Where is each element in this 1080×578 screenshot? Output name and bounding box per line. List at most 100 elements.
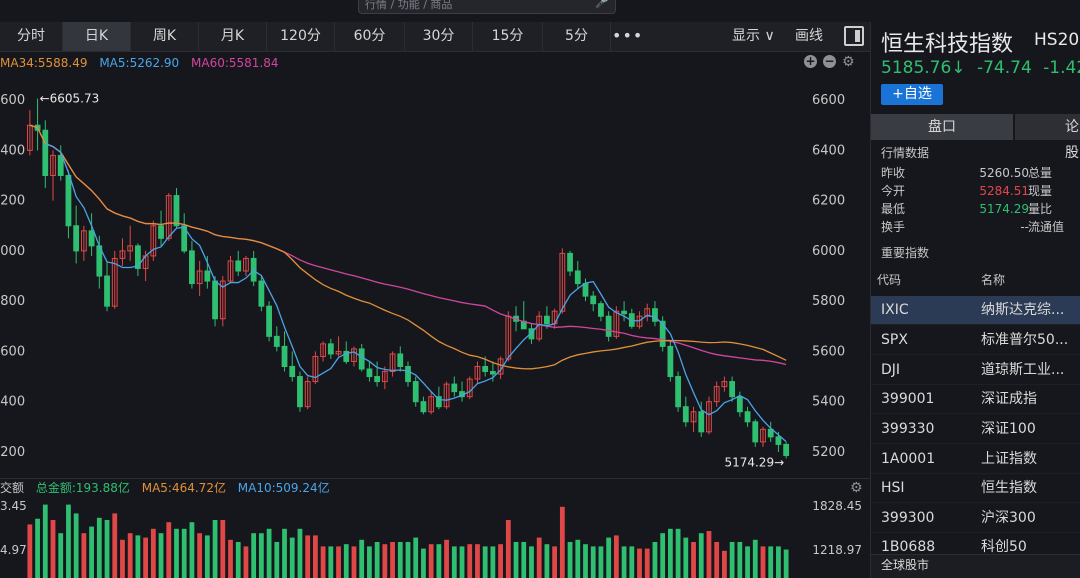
volume-bar bbox=[552, 546, 558, 578]
volume-bar bbox=[143, 537, 149, 578]
tab-30min[interactable]: 30分 bbox=[405, 22, 473, 51]
volume-bar bbox=[212, 520, 218, 578]
candlestick bbox=[644, 303, 651, 322]
tab-5min[interactable]: 5分 bbox=[543, 22, 611, 51]
y-tick-right: 5800 bbox=[812, 294, 845, 309]
volume-bar bbox=[297, 528, 303, 578]
tab-15min[interactable]: 15分 bbox=[473, 22, 543, 51]
index-row-dji[interactable]: DJI 道琼斯工业... bbox=[871, 356, 1080, 385]
candlestick bbox=[189, 240, 195, 289]
microphone-icon[interactable]: 🎤 bbox=[595, 0, 609, 8]
y-tick-right: 6000 bbox=[812, 244, 845, 259]
index-code: IXIC bbox=[881, 302, 909, 318]
candlestick bbox=[605, 311, 612, 342]
candlestick-chart[interactable]: 6600 6600 6400 6400 6200 6200 6000 6000 5800 5800… bbox=[0, 70, 870, 470]
quote-panel: 恒生科技指数 HS2083 5185.76↓ -74.74 -1.42% +自选… bbox=[870, 22, 1080, 578]
tab-discussion[interactable]: 论股 bbox=[1015, 114, 1080, 161]
y-tick-left: 5600 bbox=[0, 344, 25, 359]
candle-body bbox=[374, 376, 381, 383]
volume-bar bbox=[444, 539, 449, 578]
zoom-out-icon[interactable]: − bbox=[823, 55, 836, 68]
index-row-hsi[interactable]: HSI 恒生指数 bbox=[871, 474, 1080, 503]
candle-body bbox=[405, 366, 411, 383]
volume-bar bbox=[27, 524, 33, 578]
candlestick bbox=[127, 225, 134, 261]
volume-gear-icon[interactable]: ⚙ bbox=[850, 481, 863, 495]
candle-body bbox=[489, 371, 496, 375]
quote-row: 昨收 5260.50 总量 bbox=[881, 165, 1080, 182]
y-tick-right: 5400 bbox=[812, 395, 845, 410]
volume-bar bbox=[598, 546, 604, 578]
volume-chart[interactable]: 3.45 4.97 1828.45 1218.97 bbox=[0, 496, 870, 578]
tab-timeshare[interactable]: 分时 bbox=[0, 22, 63, 51]
volume-bar bbox=[691, 542, 696, 578]
add-watchlist-button[interactable]: +自选 bbox=[881, 84, 943, 105]
volume-bar bbox=[305, 535, 311, 578]
volume-bar bbox=[166, 522, 172, 578]
volume-bar bbox=[328, 546, 334, 578]
zoom-in-icon[interactable]: + bbox=[804, 55, 817, 68]
index-section-title: 重要指数 bbox=[881, 246, 930, 260]
search-input[interactable]: 行情 / 功能 / 商品 🎤 bbox=[358, 0, 616, 14]
candlestick bbox=[266, 301, 272, 342]
gear-icon[interactable]: ⚙ bbox=[842, 55, 855, 69]
more-periods-button[interactable]: ••• bbox=[612, 22, 642, 51]
index-row-399001[interactable]: 399001 深证成指 bbox=[871, 385, 1080, 414]
tab-120min[interactable]: 120分 bbox=[267, 22, 335, 51]
candlestick bbox=[520, 301, 527, 330]
candlestick bbox=[304, 376, 311, 410]
tab-60min[interactable]: 60分 bbox=[335, 22, 405, 51]
ma60-line bbox=[29, 124, 787, 366]
candlestick bbox=[289, 351, 296, 382]
display-dropdown[interactable]: 显示 ∨ bbox=[732, 22, 775, 51]
ma5-label: MA5:5262.90 bbox=[99, 56, 180, 70]
volume-bar bbox=[158, 533, 164, 578]
tab-weekly-k[interactable]: 周K bbox=[131, 22, 199, 51]
candlestick bbox=[65, 170, 72, 239]
volume-bar bbox=[174, 528, 179, 578]
index-row-ixic[interactable]: IXIC 纳斯达克综... bbox=[871, 296, 1080, 325]
index-row-399330[interactable]: 399330 深证100 bbox=[871, 415, 1080, 444]
candlestick bbox=[165, 193, 172, 241]
index-name: 恒生指数 bbox=[981, 480, 1037, 496]
candlestick bbox=[281, 331, 288, 372]
candle-body bbox=[744, 411, 751, 423]
candlestick bbox=[111, 250, 118, 309]
candlestick bbox=[690, 406, 697, 432]
volume-bar bbox=[320, 546, 326, 578]
index-row-399300[interactable]: 399300 沪深300 bbox=[871, 504, 1080, 533]
tab-orderbook[interactable]: 盘口 bbox=[871, 114, 1013, 140]
candlestick bbox=[258, 276, 265, 312]
toggle-panel-icon[interactable] bbox=[844, 26, 864, 46]
candlestick bbox=[706, 396, 712, 435]
volume-bar bbox=[120, 539, 125, 578]
candle-body bbox=[397, 353, 404, 367]
draw-line-button[interactable]: 画线 bbox=[795, 22, 823, 51]
candlestick bbox=[675, 371, 681, 412]
volume-bar bbox=[467, 544, 473, 578]
quote-key: 今开 bbox=[881, 184, 906, 198]
candle-body bbox=[775, 436, 782, 445]
candle-body bbox=[590, 295, 597, 305]
candlestick bbox=[327, 338, 334, 359]
global-markets-tab[interactable]: 全球股市 bbox=[871, 554, 1080, 578]
volume-bar bbox=[521, 542, 527, 578]
candle-body bbox=[574, 270, 581, 285]
volume-bar bbox=[58, 533, 64, 578]
candlestick bbox=[451, 376, 458, 397]
volume-bar bbox=[150, 528, 156, 578]
volume-right-tick-mid: 1218.97 bbox=[812, 543, 862, 557]
candlestick bbox=[212, 276, 218, 327]
candlestick bbox=[135, 243, 141, 277]
candle-body bbox=[420, 401, 427, 413]
candle-body bbox=[88, 230, 95, 247]
candle-body bbox=[698, 411, 705, 433]
candlestick bbox=[567, 250, 573, 277]
index-row-1a0001[interactable]: 1A0001 上证指数 bbox=[871, 445, 1080, 474]
tab-daily-k[interactable]: 日K bbox=[63, 22, 131, 51]
candle-body bbox=[605, 315, 612, 337]
index-row-spx[interactable]: SPX 标准普尔50... bbox=[871, 326, 1080, 355]
tab-monthly-k[interactable]: 月K bbox=[199, 22, 267, 51]
candlestick bbox=[667, 341, 674, 382]
candlestick bbox=[405, 361, 411, 387]
